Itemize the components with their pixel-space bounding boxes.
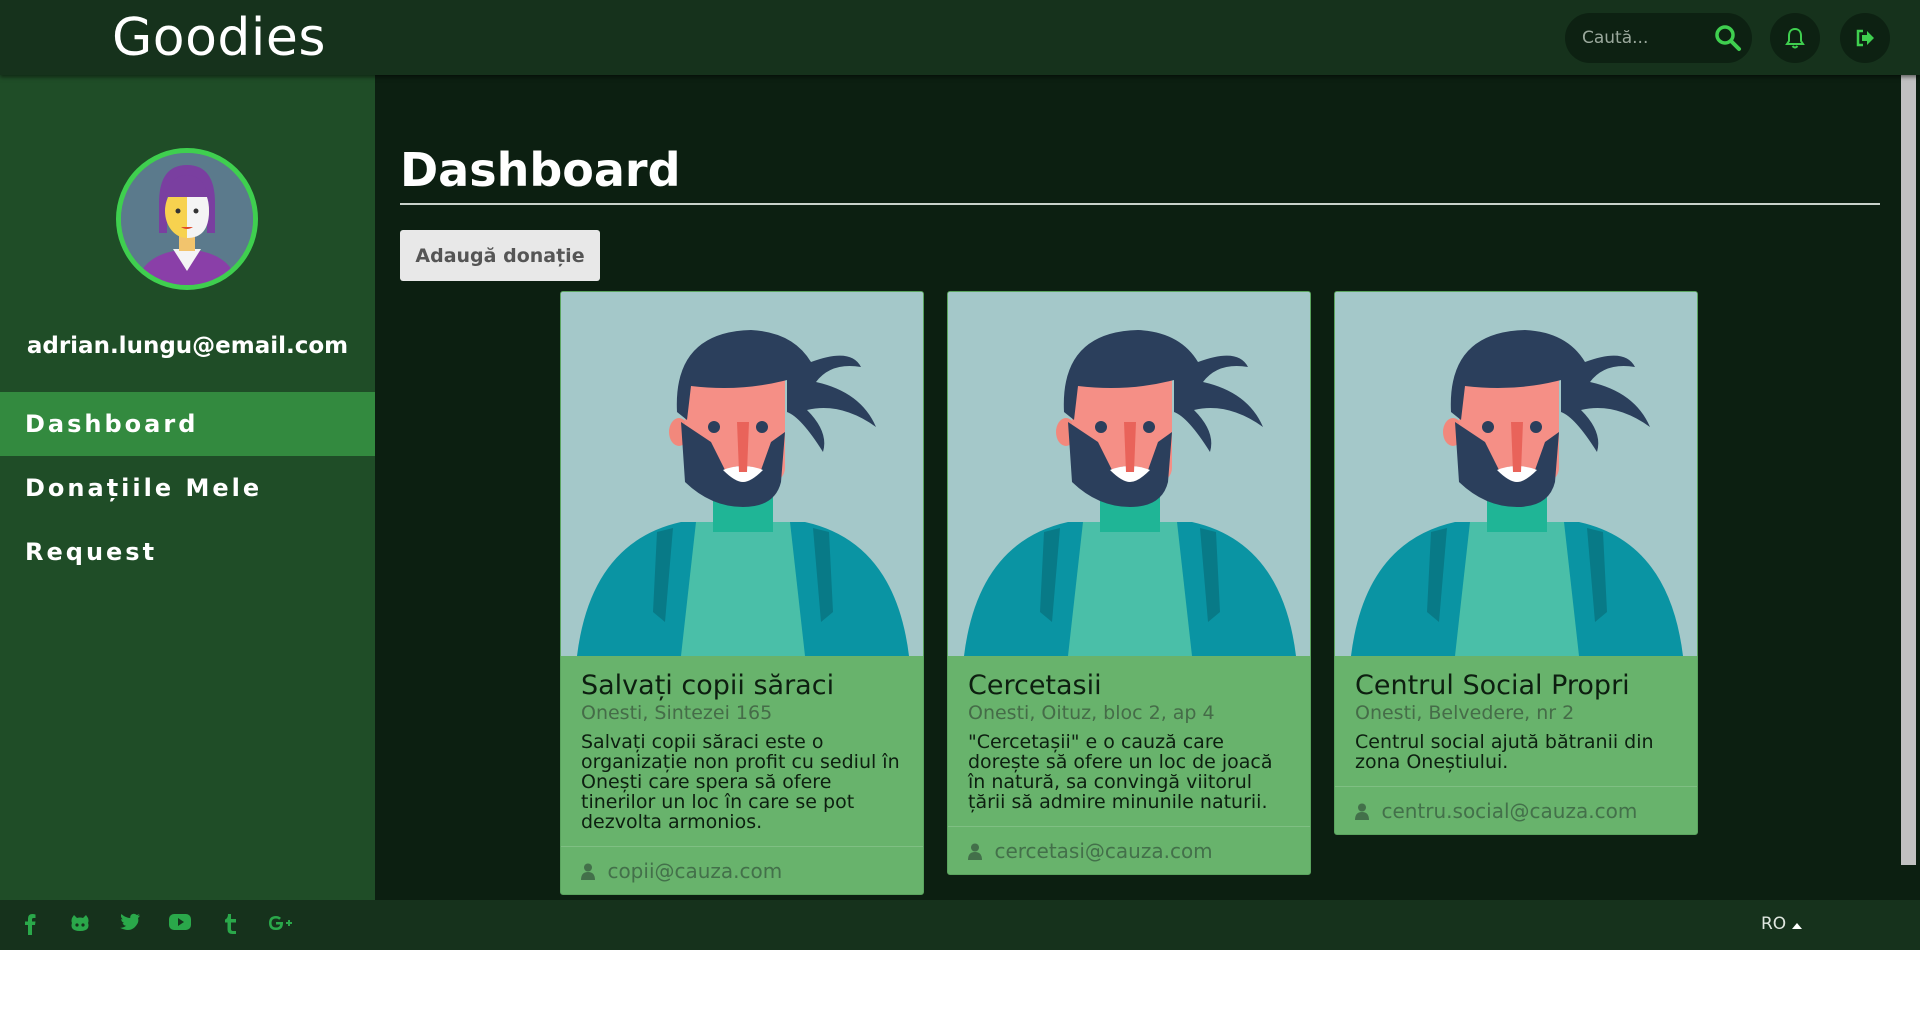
sidebar-item-request[interactable]: Request [0,520,388,584]
twitter-icon[interactable] [120,913,140,937]
cause-card-image [948,292,1310,656]
language-label: RO [1761,914,1787,934]
sidebar-nav: Dashboard Donațiile Mele Request [0,392,388,584]
main-scrollbar[interactable] [1897,75,1920,900]
language-selector[interactable]: RO [1757,912,1806,938]
cause-card-email[interactable]: centru.social@cauza.com [1381,799,1637,823]
cause-card-title: Centrul Social Propri [1355,670,1630,701]
scrollbar-thumb[interactable] [1901,75,1916,865]
google-plus-icon[interactable] [268,913,296,937]
cause-card-footer: copii@cauza.com [561,846,923,894]
sign-out-icon [1856,29,1874,47]
notifications-button[interactable] [1770,13,1820,63]
brand-logo[interactable]: Goodies [112,8,326,68]
page-title: Dashboard [400,143,681,197]
man-avatar-illustration [948,292,1310,656]
cause-card-email[interactable]: copii@cauza.com [607,859,782,883]
cause-card-address: Onesti, Sintezei 165 [581,702,773,724]
cause-card-image [1335,292,1697,656]
user-icon [1355,803,1369,825]
user-icon [581,863,595,885]
main-content: Dashboard Adaugă donație Salvați copii s… [375,75,1897,900]
sidebar-item-dashboard[interactable]: Dashboard [0,392,388,456]
youtube-icon[interactable] [169,913,191,937]
cause-card-address: Onesti, Belvedere, nr 2 [1355,702,1575,724]
logout-button[interactable] [1840,13,1890,63]
add-donation-button[interactable]: Adaugă donație [400,230,600,281]
search-icon[interactable] [1714,24,1742,52]
sidebar: adrian.lungu@email.com Dashboard Donații… [0,75,388,900]
sidebar-item-my-donations[interactable]: Donațiile Mele [0,456,388,520]
user-email: adrian.lungu@email.com [26,333,349,359]
top-bar: Goodies [0,0,1920,75]
cause-card-description: Salvați copii săraci este o organizație … [581,731,900,833]
cause-card-title: Cercetasii [968,670,1102,701]
caret-up-icon [1791,923,1802,929]
cause-card-footer: cercetasi@cauza.com [948,826,1310,874]
search-box [1565,13,1752,63]
cause-card-description: "Cercetașii" e o cauză care dorește să o… [968,731,1273,813]
cause-card-address: Onesti, Oituz, bloc 2, ap 4 [968,702,1215,724]
man-avatar-illustration [1335,292,1697,656]
cause-card-footer: centru.social@cauza.com [1335,786,1697,834]
search-input[interactable] [1582,13,1702,63]
cause-card-description: Centrul social ajută bătranii din zona O… [1355,731,1654,773]
tumblr-icon[interactable] [224,913,238,937]
facebook-icon[interactable] [24,913,36,937]
cause-card[interactable]: Cercetasii Onesti, Oituz, bloc 2, ap 4 "… [947,291,1311,875]
man-avatar-illustration [561,292,923,656]
cause-card[interactable]: Salvați copii săraci Onesti, Sintezei 16… [560,291,924,895]
cause-card-body: Cercetasii Onesti, Oituz, bloc 2, ap 4 "… [948,656,1310,826]
cause-card-body: Salvați copii săraci Onesti, Sintezei 16… [561,656,923,846]
user-icon [968,843,982,865]
cause-card-image [561,292,923,656]
cause-card[interactable]: Centrul Social Propri Onesti, Belvedere,… [1334,291,1698,835]
cause-card-body: Centrul Social Propri Onesti, Belvedere,… [1335,656,1697,786]
title-divider [400,203,1880,205]
avatar[interactable] [116,148,258,290]
bell-icon [1785,27,1805,49]
footer: RO [0,900,1920,950]
cause-card-title: Salvați copii săraci [581,670,835,701]
cause-card-email[interactable]: cercetasi@cauza.com [994,839,1212,863]
github-icon[interactable] [70,913,90,937]
